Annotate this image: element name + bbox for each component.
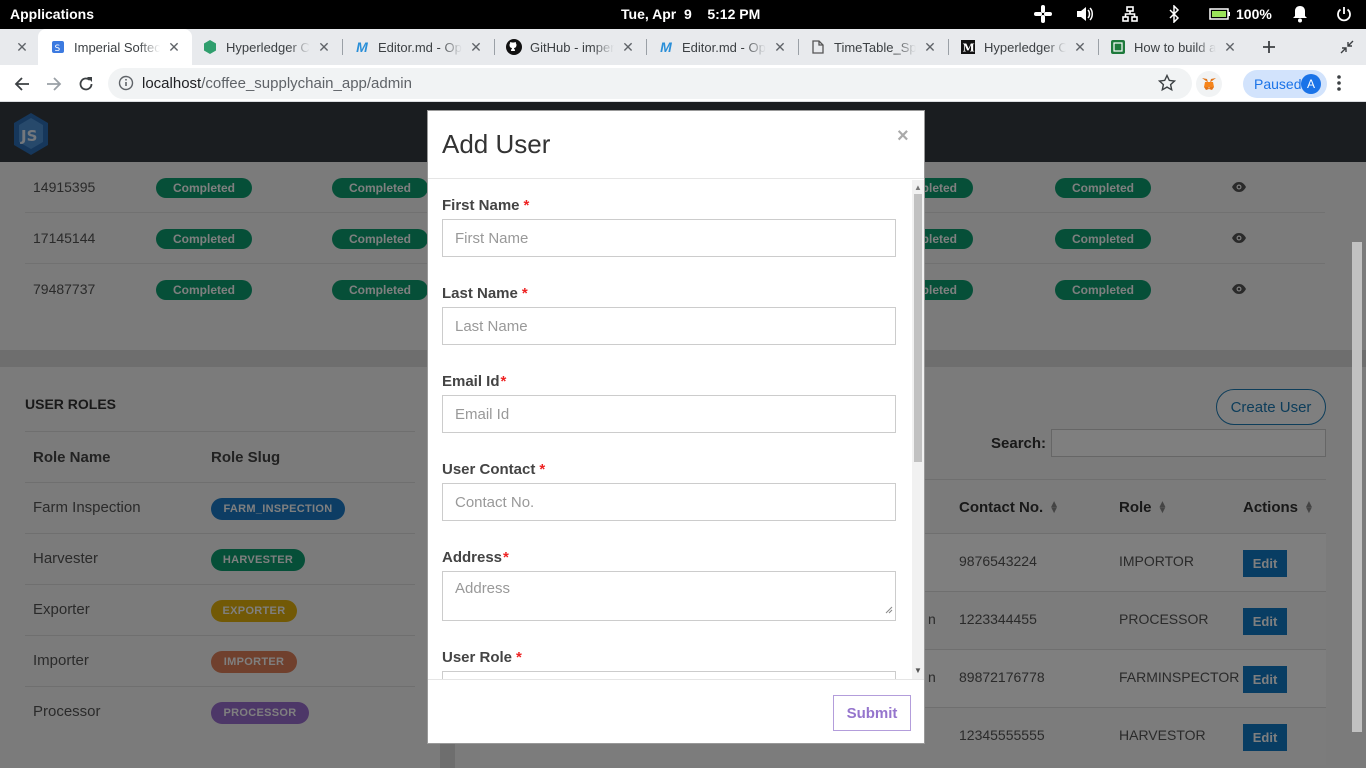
reload-icon	[79, 77, 93, 91]
back-button[interactable]	[10, 72, 34, 96]
new-tab-button[interactable]	[1262, 29, 1282, 65]
email-input[interactable]: Email Id	[442, 395, 896, 433]
forward-button[interactable]	[42, 72, 66, 96]
close-icon[interactable]: ✕	[620, 39, 636, 55]
tab-github[interactable]: GitHub - imperi ✕	[496, 29, 646, 65]
slack-icon[interactable]	[1032, 4, 1054, 24]
url-text: localhost/coffee_supplychain_app/admin	[142, 75, 412, 92]
tab-hyperledger-1[interactable]: Hyperledger Co ✕	[192, 29, 342, 65]
required-mark: *	[500, 373, 507, 390]
avatar: A	[1301, 74, 1321, 94]
add-user-modal: Add User × First Name * First Name Last N…	[427, 110, 925, 744]
tab-how-to-build[interactable]: How to build a l ✕	[1100, 29, 1248, 65]
github-favicon-icon	[506, 39, 522, 55]
arrow-right-icon	[47, 77, 62, 91]
clock[interactable]: Tue, Apr 9 5:12 PM	[621, 6, 760, 22]
close-icon[interactable]: ✕	[14, 39, 30, 55]
power-icon[interactable]	[1334, 4, 1354, 24]
modal-header: Add User ×	[428, 111, 924, 179]
required-mark: *	[523, 197, 530, 214]
modal-footer: Submit	[428, 679, 924, 743]
page-content: JS 14915395 Completed Completed Complete…	[0, 102, 1366, 768]
address-label: Address*	[442, 549, 509, 566]
metamask-extension-icon[interactable]	[1196, 71, 1222, 97]
scroll-up-arrow-icon[interactable]: ▲	[914, 183, 922, 192]
modal-scrollbar-thumb[interactable]	[914, 194, 922, 462]
tab-close-prev[interactable]: ✕	[8, 29, 30, 65]
tab-imperial-softech[interactable]: S Imperial Softech ✕	[38, 29, 192, 65]
battery-percent: 100%	[1236, 6, 1272, 22]
resize-grip-icon[interactable]	[885, 601, 893, 618]
tab-editor-md-2[interactable]: M Editor.md - Ope ✕	[648, 29, 798, 65]
tab-editor-md-1[interactable]: M Editor.md - Ope ✕	[344, 29, 494, 65]
close-icon[interactable]: ✕	[772, 39, 788, 55]
user-role-select[interactable]	[442, 671, 896, 679]
volume-icon[interactable]	[1074, 4, 1096, 24]
browser-toolbar: localhost/coffee_supplychain_app/admin P…	[0, 65, 1366, 102]
submit-button[interactable]: Submit	[833, 695, 911, 731]
modal-title: Add User	[442, 129, 551, 159]
bluetooth-icon[interactable]	[1166, 4, 1182, 24]
modal-body: First Name * First Name Last Name * Last N…	[428, 180, 924, 679]
menu-kebab-icon[interactable]	[1336, 73, 1342, 98]
green-favicon-icon	[1110, 39, 1126, 55]
email-label: Email Id*	[442, 373, 507, 390]
svg-text:S: S	[55, 44, 61, 54]
close-icon[interactable]: ✕	[922, 39, 938, 55]
restore-window-button[interactable]	[1340, 29, 1356, 65]
medium-favicon-icon: M	[960, 39, 976, 55]
address-bar[interactable]: localhost/coffee_supplychain_app/admin	[108, 68, 1192, 99]
reload-button[interactable]	[74, 72, 98, 96]
bookmark-star-icon[interactable]	[1157, 73, 1177, 97]
info-icon[interactable]	[118, 75, 134, 96]
user-role-label: User Role *	[442, 649, 522, 666]
collapse-icon	[1340, 40, 1354, 54]
page-scrollbar[interactable]	[1352, 242, 1362, 732]
tab-hyperledger-2[interactable]: M Hyperledger Co ✕	[950, 29, 1098, 65]
notifications-icon[interactable]	[1290, 4, 1310, 24]
required-mark: *	[521, 285, 528, 302]
svg-text:M: M	[963, 42, 975, 55]
close-icon[interactable]: ×	[897, 125, 909, 148]
contact-input[interactable]: Contact No.	[442, 483, 896, 521]
last-name-label: Last Name *	[442, 285, 528, 302]
hyperledger-favicon-icon	[202, 39, 218, 55]
address-textarea[interactable]: Address	[442, 571, 896, 621]
first-name-input[interactable]: First Name	[442, 219, 896, 257]
editor-md-favicon-icon: M	[356, 39, 368, 55]
arrow-left-icon	[14, 77, 29, 91]
last-name-input[interactable]: Last Name	[442, 307, 896, 345]
browser-tab-strip: ✕ S Imperial Softech ✕ Hyperledger Co ✕ …	[0, 29, 1366, 65]
os-top-bar: Applications Tue, Apr 9 5:12 PM 100%	[0, 0, 1366, 29]
profile-paused-button[interactable]: Paused A	[1243, 70, 1327, 98]
battery-icon[interactable]	[1208, 4, 1232, 24]
close-icon[interactable]: ✕	[468, 39, 484, 55]
required-mark: *	[503, 549, 509, 566]
plus-icon	[1263, 41, 1275, 53]
close-icon[interactable]: ✕	[1222, 39, 1238, 55]
scroll-down-arrow-icon[interactable]: ▼	[914, 666, 922, 675]
required-mark: *	[539, 461, 546, 478]
close-icon[interactable]: ✕	[166, 39, 182, 55]
network-icon[interactable]	[1120, 4, 1140, 24]
imperial-favicon-icon: S	[50, 39, 66, 55]
first-name-label: First Name *	[442, 197, 530, 214]
user-contact-label: User Contact *	[442, 461, 546, 478]
applications-menu[interactable]: Applications	[10, 6, 94, 22]
required-mark: *	[516, 649, 522, 666]
close-icon[interactable]: ✕	[1072, 39, 1088, 55]
close-icon[interactable]: ✕	[316, 39, 332, 55]
document-icon	[810, 39, 826, 55]
editor-md-favicon-icon: M	[660, 39, 672, 55]
tab-timetable[interactable]: TimeTable_Spl ✕	[800, 29, 948, 65]
